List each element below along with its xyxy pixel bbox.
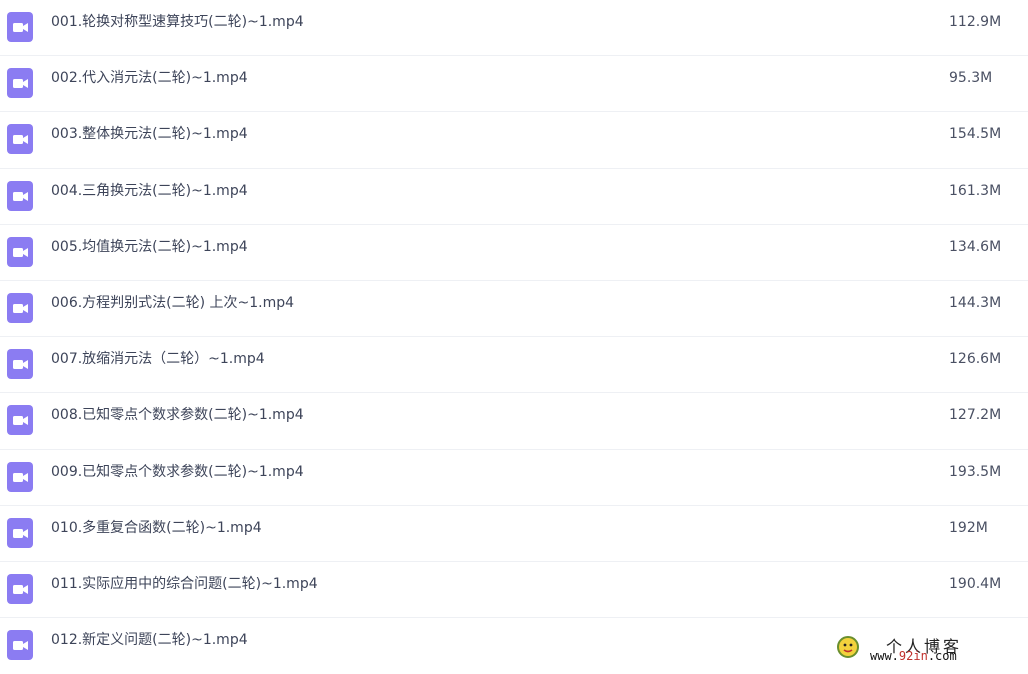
file-name[interactable]: 007.放缩消元法（二轮）~1.mp4 — [51, 337, 265, 381]
file-name[interactable]: 001.轮换对称型速算技巧(二轮)~1.mp4 — [51, 0, 304, 44]
file-row[interactable]: 011.实际应用中的综合问题(二轮)~1.mp4 190.4M — [0, 562, 1028, 619]
file-name[interactable]: 006.方程判别式法(二轮) 上次~1.mp4 — [51, 281, 294, 325]
file-row[interactable]: 008.已知零点个数求参数(二轮)~1.mp4 127.2M — [0, 393, 1028, 450]
file-size: 95.3M — [949, 70, 993, 87]
video-file-icon — [7, 461, 33, 492]
file-size: 127.2M — [949, 407, 1002, 424]
file-name[interactable]: 004.三角换元法(二轮)~1.mp4 — [51, 169, 248, 213]
video-file-icon — [7, 236, 33, 267]
file-size: 190.4M — [949, 575, 1002, 592]
video-file-icon — [7, 405, 33, 436]
file-row[interactable]: 006.方程判别式法(二轮) 上次~1.mp4 144.3M — [0, 281, 1028, 338]
video-file-icon — [7, 573, 33, 604]
file-list: 001.轮换对称型速算技巧(二轮)~1.mp4 112.9M 002.代入消元法(二… — [0, 0, 1028, 674]
watermark: 个人博客 www.92in.com — [836, 633, 1014, 665]
watermark-url: www.92in.com — [870, 649, 957, 663]
file-name[interactable]: 012.新定义问题(二轮)~1.mp4 — [51, 618, 248, 662]
file-size: 192M — [949, 519, 988, 536]
file-size: 134.6M — [949, 238, 1002, 255]
file-name[interactable]: 009.已知零点个数求参数(二轮)~1.mp4 — [51, 450, 304, 494]
file-size: 154.5M — [949, 126, 1002, 143]
file-size: 126.6M — [949, 351, 1002, 368]
file-row[interactable]: 005.均值换元法(二轮)~1.mp4 134.6M — [0, 225, 1028, 281]
file-size: 112.9M — [949, 14, 1002, 30]
video-file-icon — [7, 124, 33, 155]
file-name[interactable]: 008.已知零点个数求参数(二轮)~1.mp4 — [51, 393, 304, 437]
file-size: 161.3M — [949, 182, 1002, 199]
video-file-icon — [7, 180, 33, 211]
blog-logo-icon — [837, 636, 859, 658]
video-file-icon — [7, 68, 33, 99]
video-file-icon — [7, 292, 33, 323]
file-row[interactable]: 009.已知零点个数求参数(二轮)~1.mp4 193.5M — [0, 450, 1028, 506]
video-file-icon — [7, 517, 33, 548]
file-size: 144.3M — [949, 294, 1002, 311]
file-name[interactable]: 005.均值换元法(二轮)~1.mp4 — [51, 225, 248, 269]
file-row[interactable]: 003.整体换元法(二轮)~1.mp4 154.5M — [0, 112, 1028, 169]
file-name[interactable]: 011.实际应用中的综合问题(二轮)~1.mp4 — [51, 562, 318, 606]
file-row[interactable]: 010.多重复合函数(二轮)~1.mp4 192M — [0, 506, 1028, 562]
file-name[interactable]: 010.多重复合函数(二轮)~1.mp4 — [51, 506, 262, 550]
video-file-icon — [7, 349, 33, 380]
video-file-icon — [7, 12, 33, 42]
file-row[interactable]: 001.轮换对称型速算技巧(二轮)~1.mp4 112.9M — [0, 0, 1028, 57]
file-name[interactable]: 002.代入消元法(二轮)~1.mp4 — [51, 56, 248, 100]
file-row[interactable]: 002.代入消元法(二轮)~1.mp4 95.3M — [0, 56, 1028, 113]
file-row[interactable]: 004.三角换元法(二轮)~1.mp4 161.3M — [0, 169, 1028, 225]
file-size: 193.5M — [949, 463, 1002, 480]
video-file-icon — [7, 630, 33, 661]
file-row[interactable]: 007.放缩消元法（二轮）~1.mp4 126.6M — [0, 337, 1028, 394]
file-name[interactable]: 003.整体换元法(二轮)~1.mp4 — [51, 112, 248, 156]
